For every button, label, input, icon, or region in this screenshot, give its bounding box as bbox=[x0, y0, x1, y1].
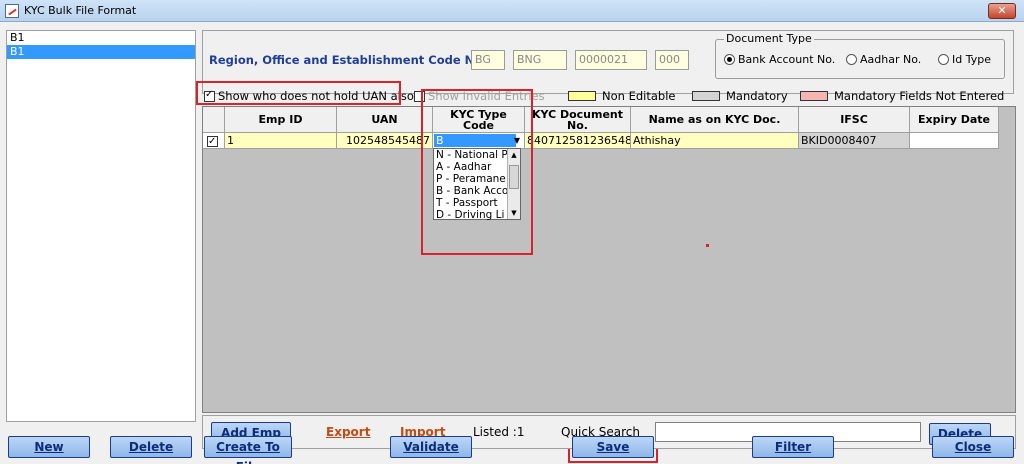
dropdown-option[interactable]: B - Bank Acco bbox=[434, 185, 508, 197]
office-code-field[interactable]: BNG bbox=[513, 50, 567, 70]
dropdown-option[interactable]: A - Aadhar bbox=[434, 161, 508, 173]
region-label: Region, Office and Establishment Code No… bbox=[209, 53, 487, 67]
dropdown-option[interactable]: D - Driving Li bbox=[434, 209, 508, 221]
close-button[interactable]: Close bbox=[932, 436, 1014, 458]
swatch-mandatory bbox=[692, 91, 720, 101]
header-kyc-type-code[interactable]: KYC Type Code bbox=[433, 107, 525, 133]
chevron-down-icon[interactable]: ▼ bbox=[511, 134, 523, 147]
header-name-on-kyc[interactable]: Name as on KYC Doc. bbox=[631, 107, 799, 133]
header-ifsc[interactable]: IFSC bbox=[799, 107, 910, 133]
radio-icon[interactable] bbox=[938, 54, 949, 65]
checkbox-checked-icon[interactable] bbox=[204, 89, 215, 102]
dropdown-option[interactable]: P - Peramane bbox=[434, 173, 508, 185]
dropdown-scrollbar[interactable]: ▲ ▼ bbox=[507, 149, 520, 219]
header-select bbox=[203, 107, 225, 133]
cell-ifsc[interactable]: BKID0008407 bbox=[799, 133, 910, 149]
header-emp-id[interactable]: Emp ID bbox=[225, 107, 337, 133]
row-select[interactable] bbox=[203, 133, 225, 149]
window-title: KYC Bulk File Format bbox=[24, 4, 137, 17]
radio-selected-icon[interactable] bbox=[724, 54, 735, 65]
list-item-selected[interactable]: B1 bbox=[7, 45, 195, 59]
document-type-legend: Document Type bbox=[724, 32, 814, 45]
show-invalid-option[interactable]: Show Invalid Entries bbox=[414, 89, 545, 103]
delete-button[interactable]: Delete bbox=[110, 436, 192, 458]
radio-label: Aadhar No. bbox=[860, 53, 922, 66]
kyc-grid[interactable]: Emp ID UAN KYC Type Code KYC Document No… bbox=[202, 106, 1016, 413]
kyc-type-combobox[interactable]: B ▼ bbox=[433, 133, 525, 149]
header-uan[interactable]: UAN bbox=[337, 107, 433, 133]
checkbox-icon[interactable] bbox=[414, 90, 425, 102]
radio-id-type[interactable]: Id Type bbox=[938, 53, 991, 66]
kyc-type-value[interactable]: B bbox=[434, 134, 516, 147]
save-button[interactable]: Save bbox=[572, 436, 654, 458]
listed-count: Listed :1 bbox=[473, 425, 525, 439]
grid-header: Emp ID UAN KYC Type Code KYC Document No… bbox=[203, 107, 999, 133]
cell-kyc-document-no[interactable]: 8407125812365489 bbox=[525, 133, 631, 149]
legend-label: Non Editable bbox=[602, 89, 676, 103]
legend-label: Mandatory Fields Not Entered bbox=[834, 89, 1005, 103]
scroll-up-icon[interactable]: ▲ bbox=[508, 149, 520, 161]
swatch-non-editable bbox=[568, 91, 596, 101]
radio-bank-account[interactable]: Bank Account No. bbox=[724, 53, 835, 66]
header-kyc-document-no[interactable]: KYC Document No. bbox=[525, 107, 631, 133]
show-no-uan-label: Show who does not hold UAN also bbox=[218, 89, 414, 103]
table-row[interactable]: 1 102548545487 B ▼ 8407125812365489 Athi… bbox=[203, 133, 999, 149]
radio-label: Id Type bbox=[952, 53, 991, 66]
cell-expiry-date[interactable] bbox=[910, 133, 999, 149]
dropdown-option[interactable]: T - Passport bbox=[434, 197, 508, 209]
legend-mandatory: Mandatory bbox=[692, 89, 788, 103]
filter-button[interactable]: Filter bbox=[752, 436, 834, 458]
new-button[interactable]: New bbox=[8, 436, 90, 458]
checkbox-checked-icon[interactable] bbox=[207, 134, 218, 148]
options-row: Show who does not hold UAN also Show Inv… bbox=[202, 87, 1014, 105]
validate-button[interactable]: Validate bbox=[390, 436, 472, 458]
swatch-mandatory-not-entered bbox=[800, 91, 828, 101]
radio-aadhar[interactable]: Aadhar No. bbox=[846, 53, 921, 66]
region-code-field[interactable]: BG bbox=[471, 50, 505, 70]
radio-icon[interactable] bbox=[846, 54, 857, 65]
cell-name[interactable]: Athishay bbox=[631, 133, 799, 149]
legend-label: Mandatory bbox=[726, 89, 788, 103]
window-body: B1 B1 Region, Office and Establishment C… bbox=[0, 22, 1024, 464]
cell-emp-id[interactable]: 1 bbox=[225, 133, 337, 149]
red-marker bbox=[706, 244, 709, 247]
app-icon bbox=[5, 4, 19, 18]
document-type-group: Document Type Bank Account No. Aadhar No… bbox=[715, 32, 1005, 79]
create-to-file-button[interactable]: Create To File bbox=[204, 436, 292, 464]
scroll-thumb[interactable] bbox=[509, 165, 519, 189]
legend-mandatory-not-entered: Mandatory Fields Not Entered bbox=[800, 89, 1004, 103]
legend-non-editable: Non Editable bbox=[568, 89, 675, 103]
list-item[interactable]: B1 bbox=[7, 31, 195, 45]
window-titlebar: KYC Bulk File Format ✕ bbox=[0, 0, 1024, 22]
close-icon[interactable]: ✕ bbox=[988, 3, 1016, 19]
establishment-list[interactable]: B1 B1 bbox=[6, 30, 196, 422]
show-invalid-label: Show Invalid Entries bbox=[428, 89, 545, 103]
radio-label: Bank Account No. bbox=[738, 53, 836, 66]
dropdown-option[interactable]: N - National P bbox=[434, 149, 508, 161]
export-link[interactable]: Export bbox=[326, 425, 370, 439]
show-no-uan-option[interactable]: Show who does not hold UAN also bbox=[204, 89, 414, 103]
extension-code-field[interactable]: 000 bbox=[655, 50, 689, 70]
region-panel: Region, Office and Establishment Code No… bbox=[202, 30, 1014, 94]
scroll-down-icon[interactable]: ▼ bbox=[508, 207, 520, 219]
kyc-type-dropdown[interactable]: N - National P A - Aadhar P - Peramane B… bbox=[433, 148, 521, 221]
header-expiry-date[interactable]: Expiry Date bbox=[910, 107, 999, 133]
cell-uan[interactable]: 102548545487 bbox=[337, 133, 433, 149]
establishment-code-field[interactable]: 0000021 bbox=[575, 50, 647, 70]
